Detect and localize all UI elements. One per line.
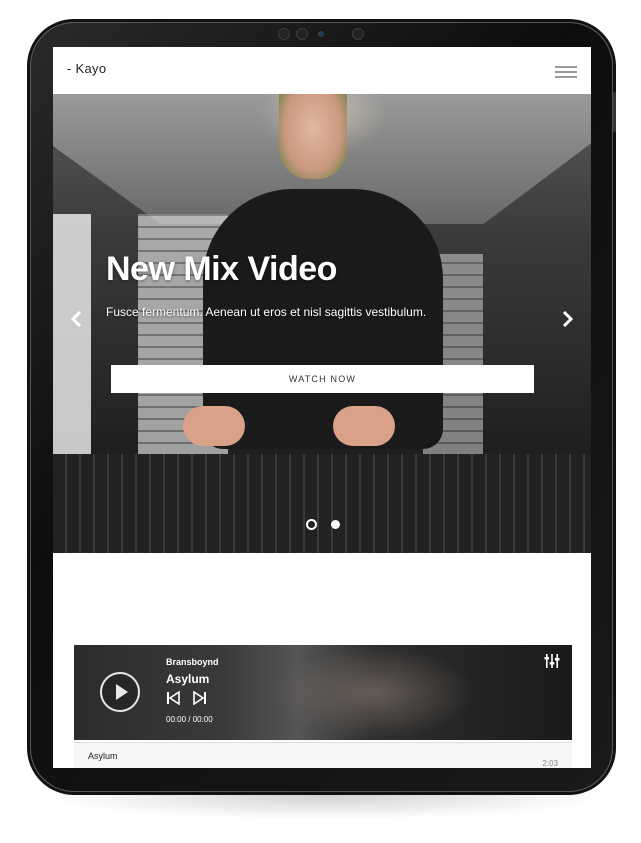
slide-dot-2[interactable] bbox=[331, 520, 341, 530]
audio-player: Bransboynd Asylum 00:00 / 00:00 bbox=[74, 645, 572, 740]
play-icon[interactable] bbox=[100, 672, 140, 712]
sensor-icon bbox=[352, 28, 364, 40]
previous-track-icon[interactable] bbox=[166, 690, 184, 706]
screen: - Kayo New Mix Video Fusce fermentum. Ae… bbox=[53, 47, 591, 768]
player-track-title: Asylum bbox=[166, 672, 210, 686]
player-artist: Bransboynd bbox=[166, 657, 219, 667]
player-time: 00:00 / 00:00 bbox=[166, 715, 213, 724]
front-camera-icon bbox=[318, 31, 324, 37]
site-header: - Kayo bbox=[53, 47, 591, 94]
hero-subtitle: Fusce fermentum. Aenean ut eros et nisl … bbox=[106, 305, 427, 319]
menu-icon[interactable] bbox=[555, 66, 577, 78]
equalizer-icon[interactable] bbox=[544, 653, 560, 669]
playlist-item[interactable]: Asylum 2:03 bbox=[74, 742, 572, 768]
volume-button bbox=[613, 92, 616, 132]
hero-background-door bbox=[53, 214, 91, 464]
sensor-icon bbox=[296, 28, 308, 40]
prev-slide-arrow-icon[interactable] bbox=[69, 310, 83, 332]
playlist-item-title: Asylum bbox=[88, 751, 118, 761]
dj-mixer bbox=[53, 454, 591, 553]
tablet-device-frame: - Kayo New Mix Video Fusce fermentum. Ae… bbox=[30, 22, 616, 792]
slider-dots bbox=[306, 516, 350, 531]
watch-now-button[interactable]: WATCH NOW bbox=[111, 365, 534, 393]
dj-head bbox=[279, 94, 347, 179]
site-logo[interactable]: - Kayo bbox=[67, 61, 106, 76]
next-slide-arrow-icon[interactable] bbox=[561, 310, 575, 332]
hero-title: New Mix Video bbox=[106, 250, 337, 288]
camera-icon bbox=[278, 28, 290, 40]
hero-slider: New Mix Video Fusce fermentum. Aenean ut… bbox=[53, 94, 591, 553]
player-background bbox=[274, 645, 474, 740]
playlist-item-duration: 2:03 bbox=[542, 759, 558, 768]
next-track-icon[interactable] bbox=[193, 690, 211, 706]
